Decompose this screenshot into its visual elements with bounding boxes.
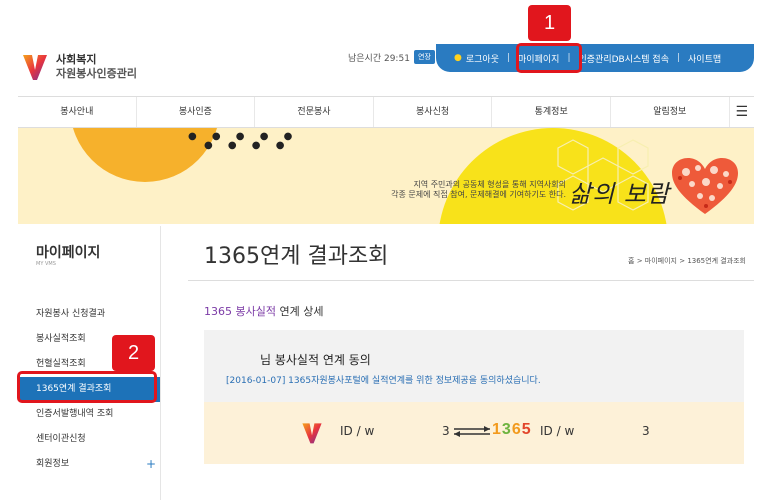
section-title-highlight: 1365 봉사실적 <box>204 305 276 318</box>
v-logo-icon <box>23 55 47 80</box>
sync-arrows-icon <box>454 426 490 437</box>
portal-record-count: 3 <box>642 424 650 438</box>
hamburger-menu-icon[interactable]: ☰ <box>730 97 754 127</box>
banner-copy-line2: 각종 문제에 직접 참여, 문제해결에 기여하기도 한다. <box>391 190 566 199</box>
sidebar-item-center-transfer[interactable]: 센터이관신청 <box>20 427 160 452</box>
title-divider <box>188 280 754 281</box>
page-title: 1365연계 결과조회 <box>204 244 389 269</box>
extend-session-button[interactable]: 연장 <box>414 50 435 64</box>
utility-bar: ● 로그아웃 | 마이페이지 | 인증관리DB시스템 접속 | 사이트맵 <box>436 44 754 72</box>
nav-item-stats[interactable]: 통계정보 <box>492 97 611 127</box>
banner-copy-line1: 지역 주민과의 공동체 형성을 통해 지역사회의 <box>413 180 566 189</box>
logo-1365-icon: 1365 <box>492 421 532 438</box>
nav-item-notice[interactable]: 알림정보 <box>611 97 730 127</box>
vms-logo-icon <box>302 423 322 444</box>
breadcrumb: 홈 > 마이페이지 > 1365연계 결과조회 <box>628 257 746 265</box>
brand-line2: 자원봉사인증관리 <box>56 67 137 80</box>
session-timer: 남은시간 29:51 <box>348 54 410 64</box>
sidebar-divider <box>160 226 161 500</box>
section-title-rest: 연계 상세 <box>275 305 324 318</box>
nav-item-expert[interactable]: 전문봉사 <box>255 97 374 127</box>
sidebar-item-label: 회원정보 <box>36 459 70 469</box>
sidebar-item-apply-result[interactable]: 자원봉사 신청결과 <box>20 302 160 327</box>
sidebar-item-member-info[interactable]: 회원정보 + <box>20 452 160 477</box>
nav-item-apply[interactable]: 봉사신청 <box>374 97 493 127</box>
separator: | <box>676 53 681 63</box>
person-icon: ● <box>454 53 462 63</box>
brand-line1: 사회복지 <box>56 53 97 66</box>
agreement-description: [2016-01-07] 1365자원봉사포털에 실적연계를 위한 정보제공을 … <box>226 376 541 386</box>
vms-record-count: 3 <box>442 424 450 438</box>
plus-icon[interactable]: + <box>146 452 156 477</box>
sidebar-title: 마이페이지 <box>36 245 101 261</box>
annotation-highlight-1365 <box>17 371 157 403</box>
section-title: 1365 봉사실적 연계 상세 <box>204 303 323 319</box>
logout-link[interactable]: 로그아웃 <box>466 52 499 65</box>
banner-copy: 지역 주민과의 공동체 형성을 통해 지역사회의 각종 문제에 직접 참여, 문… <box>366 180 566 200</box>
db-system-link[interactable]: 인증관리DB시스템 접속 <box>578 52 669 65</box>
annotation-highlight-mypage <box>516 43 582 73</box>
site-logo[interactable]: 사회복지 자원봉사인증관리 <box>22 52 137 82</box>
banner-slogan: 삶의 보람 <box>569 180 670 208</box>
vms-id-value: ID / w <box>340 424 375 438</box>
portal-id-value: ID / w <box>540 424 575 438</box>
separator: | <box>506 53 511 63</box>
annotation-badge-1: 1 <box>528 5 571 41</box>
sitemap-link[interactable]: 사이트맵 <box>688 52 721 65</box>
banner-dots: ● ● ● ● <box>204 140 291 151</box>
annotation-badge-2: 2 <box>112 335 155 371</box>
page: 사회복지 자원봉사인증관리 남은시간 29:51 연장 ● 로그아웃 | 마이페… <box>0 0 776 500</box>
main-nav: 봉사안내 봉사인증 전문봉사 봉사신청 통계정보 알림정보 ☰ <box>18 96 754 128</box>
agreement-title: 님 봉사실적 연계 동의 <box>260 353 371 367</box>
nav-item-certify[interactable]: 봉사인증 <box>137 97 256 127</box>
sidebar-item-certificate-history[interactable]: 인증서발행내역 조회 <box>20 402 160 427</box>
nav-item-guide[interactable]: 봉사안내 <box>18 97 137 127</box>
sidebar-subtitle: MY VMS <box>36 261 56 267</box>
heart-icon <box>672 158 738 214</box>
hero-banner: ● ● ● ● ● ● ● ● ● 지역 주민과의 공동체 형성을 통해 지역사… <box>18 128 754 224</box>
